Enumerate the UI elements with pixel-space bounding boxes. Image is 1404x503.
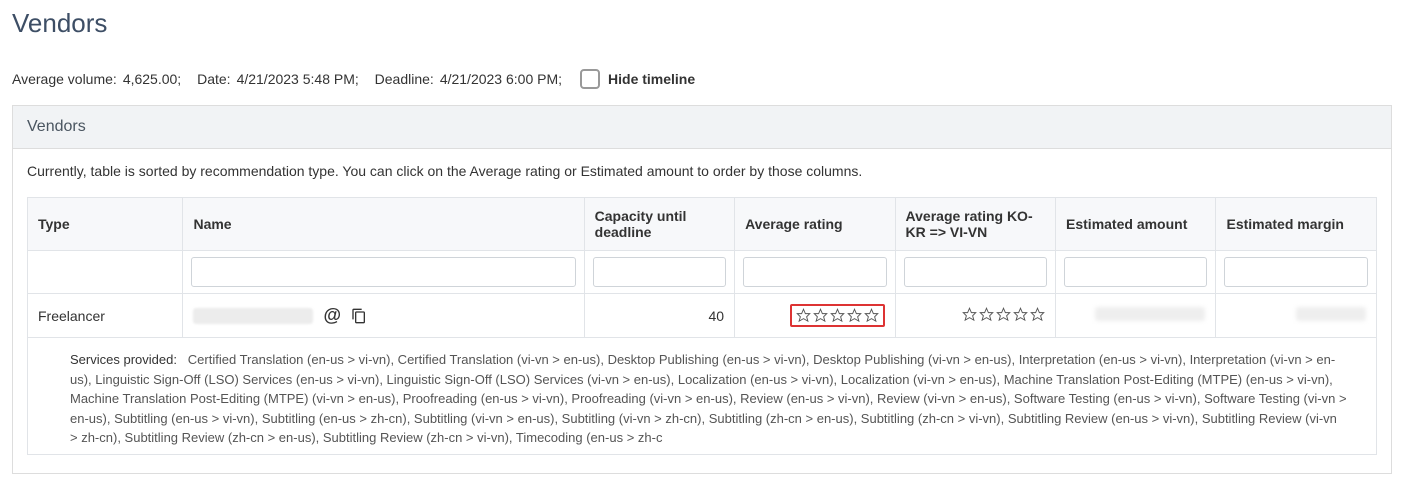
- table-row: Freelancer @ 40: [28, 294, 1377, 338]
- th-avg-rating-lang[interactable]: Average rating KO-KR => VI-VN: [895, 198, 1055, 251]
- filter-name-input[interactable]: [191, 257, 575, 287]
- avg-volume-label: Average volume:: [12, 71, 117, 87]
- cell-avg-rating-lang: [895, 294, 1055, 338]
- filter-avg-input[interactable]: [743, 257, 886, 287]
- cell-name: @: [183, 294, 584, 338]
- th-capacity[interactable]: Capacity until deadline: [584, 198, 734, 251]
- sort-hint: Currently, table is sorted by recommenda…: [27, 163, 1377, 179]
- th-name[interactable]: Name: [183, 198, 584, 251]
- services-row: Services provided: Certified Translation…: [28, 338, 1377, 455]
- hide-timeline-checkbox[interactable]: [580, 69, 600, 89]
- info-bar: Average volume: 4,625.00; Date: 4/21/202…: [12, 69, 1392, 89]
- vendors-table: Type Name Capacity until deadline Averag…: [27, 197, 1377, 455]
- avg-volume-value: 4,625.00;: [123, 71, 181, 87]
- cell-avg-rating: [735, 294, 895, 338]
- th-type[interactable]: Type: [28, 198, 183, 251]
- est-margin-redacted: [1296, 307, 1366, 321]
- services-label: Services provided:: [70, 352, 177, 367]
- cell-est-margin: [1216, 294, 1377, 338]
- filter-row: [28, 251, 1377, 294]
- cell-est-amount: [1056, 294, 1216, 338]
- date-label: Date:: [197, 71, 230, 87]
- deadline-value: 4/21/2023 6:00 PM;: [440, 71, 562, 87]
- est-amount-redacted: [1095, 307, 1205, 321]
- panel-header: Vendors: [13, 106, 1391, 149]
- deadline-label: Deadline:: [375, 71, 434, 87]
- date-value: 4/21/2023 5:48 PM;: [237, 71, 359, 87]
- copy-icon[interactable]: [351, 308, 367, 324]
- filter-amount-input[interactable]: [1064, 257, 1207, 287]
- services-text: Certified Translation (en-us > vi-vn), C…: [70, 352, 1347, 445]
- th-est-amount[interactable]: Estimated amount: [1056, 198, 1216, 251]
- filter-capacity-input[interactable]: [593, 257, 726, 287]
- cell-capacity: 40: [584, 294, 734, 338]
- th-est-margin[interactable]: Estimated margin: [1216, 198, 1377, 251]
- cell-type: Freelancer: [28, 294, 183, 338]
- email-icon[interactable]: @: [323, 305, 341, 326]
- avg-rating-lang-stars[interactable]: [962, 307, 1045, 322]
- vendors-panel: Vendors Currently, table is sorted by re…: [12, 105, 1392, 474]
- filter-avg-lang-input[interactable]: [904, 257, 1047, 287]
- avg-rating-stars-highlighted[interactable]: [790, 304, 885, 327]
- filter-margin-input[interactable]: [1224, 257, 1368, 287]
- page-title: Vendors: [12, 8, 1392, 39]
- hide-timeline-label: Hide timeline: [608, 71, 695, 87]
- th-avg-rating[interactable]: Average rating: [735, 198, 895, 251]
- vendor-name-redacted: [193, 308, 313, 324]
